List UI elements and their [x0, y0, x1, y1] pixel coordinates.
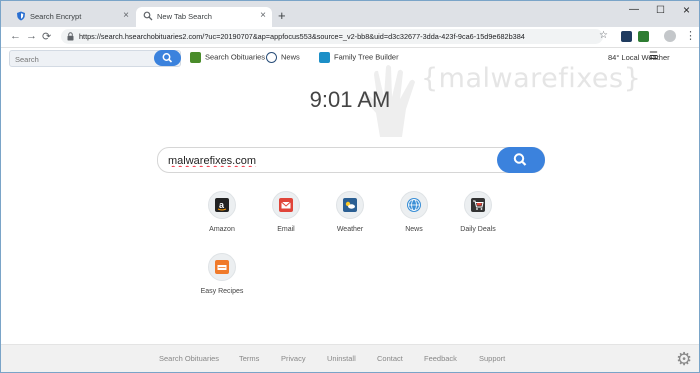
amazon-icon: a [215, 198, 229, 212]
footer-link-terms[interactable]: Terms [239, 354, 259, 363]
tile-circle [464, 191, 492, 219]
toolbar-search-button[interactable] [154, 50, 181, 66]
close-icon[interactable]: × [123, 10, 129, 21]
maximize-icon[interactable]: ☐ [656, 5, 665, 16]
footer-link-uninstall[interactable]: Uninstall [327, 354, 356, 363]
tile-weather[interactable]: Weather [320, 191, 380, 233]
globe-icon [407, 198, 421, 212]
svg-text:a: a [219, 200, 225, 210]
search-icon [143, 11, 153, 21]
cart-icon [471, 198, 485, 212]
close-window-icon[interactable]: × [683, 3, 690, 17]
forward-arrow-icon[interactable]: → [26, 30, 37, 42]
toolbar-search [9, 50, 181, 67]
main-search [157, 147, 545, 173]
tile-circle [208, 253, 236, 281]
new-tab-plus-icon[interactable]: + [278, 8, 286, 23]
footer-link-search-obituaries[interactable]: Search Obituaries [159, 354, 219, 363]
local-weather-link[interactable]: 84° Local Weather [608, 53, 670, 62]
tile-label: News [405, 226, 423, 233]
tile-easy-recipes[interactable]: Easy Recipes [192, 253, 252, 295]
tab-strip: Search Encrypt × New Tab Search × + — ☐ … [1, 1, 699, 27]
toolbar-link-family-tree[interactable]: Family Tree Builder [319, 52, 399, 63]
browser-toolbar: ← → ⟳ https://search.hsearchobituaries2.… [1, 27, 699, 48]
search-icon [162, 53, 173, 63]
main-search-input[interactable] [166, 153, 490, 169]
back-arrow-icon[interactable]: ← [10, 30, 21, 42]
tab-label: New Tab Search [157, 12, 212, 21]
tab-new-tab-search[interactable]: New Tab Search × [136, 7, 272, 27]
toolbar-link-search-obituaries[interactable]: Search Obituaries [190, 52, 265, 63]
tile-circle [272, 191, 300, 219]
toolbar-search-input[interactable] [13, 53, 147, 65]
extension-shield-icon[interactable] [621, 31, 632, 42]
extension-obituaries-icon[interactable] [638, 31, 649, 42]
tile-daily-deals[interactable]: Daily Deals [448, 191, 508, 233]
link-label: Family Tree Builder [334, 52, 399, 62]
tab-search-encrypt[interactable]: Search Encrypt × [9, 7, 135, 27]
browser-window: Search Encrypt × New Tab Search × + — ☐ … [0, 0, 700, 373]
footer: Search Obituaries Terms Privacy Uninstal… [1, 344, 699, 372]
profile-avatar-icon[interactable] [664, 30, 676, 42]
address-bar[interactable]: https://search.hsearchobituaries2.com/?u… [61, 29, 603, 44]
minimize-icon[interactable]: — [629, 4, 639, 15]
link-label: News [281, 52, 300, 62]
link-label: Search Obituaries [205, 52, 266, 62]
tile-circle [336, 191, 364, 219]
toolbar-link-news[interactable]: News [266, 52, 300, 63]
main-search-button[interactable] [497, 147, 545, 173]
family-tree-icon [319, 52, 330, 63]
tile-label: Email [277, 226, 295, 233]
footer-link-feedback[interactable]: Feedback [424, 354, 457, 363]
footer-link-support[interactable]: Support [479, 354, 505, 363]
tile-amazon[interactable]: a Amazon [192, 191, 252, 233]
close-icon[interactable]: × [260, 10, 266, 21]
tile-email[interactable]: Email [256, 191, 316, 233]
tab-label: Search Encrypt [30, 12, 82, 21]
tile-news[interactable]: News [384, 191, 444, 233]
url-text: https://search.hsearchobituaries2.com/?u… [79, 32, 525, 41]
hamburger-menu-icon[interactable]: ☰ [649, 51, 658, 62]
news-icon [266, 52, 277, 63]
tile-label: Weather [336, 226, 364, 233]
tile-label: Amazon [209, 226, 235, 233]
menu-kebab-icon[interactable]: ⋮ [685, 29, 696, 42]
bookmark-star-icon[interactable]: ☆ [599, 30, 608, 41]
tile-label: Daily Deals [460, 226, 496, 233]
gear-icon[interactable]: ⚙ [676, 349, 692, 370]
recipes-icon [215, 260, 229, 274]
email-icon [279, 198, 293, 212]
search-icon [513, 153, 527, 166]
tile-label: Easy Recipes [200, 288, 244, 295]
tile-circle [400, 191, 428, 219]
lock-icon [67, 32, 74, 41]
footer-link-contact[interactable]: Contact [377, 354, 403, 363]
tile-circle: a [208, 191, 236, 219]
shield-icon [17, 11, 25, 21]
weather-icon [343, 198, 357, 212]
reload-icon[interactable]: ⟳ [42, 30, 51, 43]
clock: 9:01 AM [309, 87, 391, 112]
footer-link-privacy[interactable]: Privacy [281, 354, 306, 363]
obituaries-icon [190, 52, 201, 63]
